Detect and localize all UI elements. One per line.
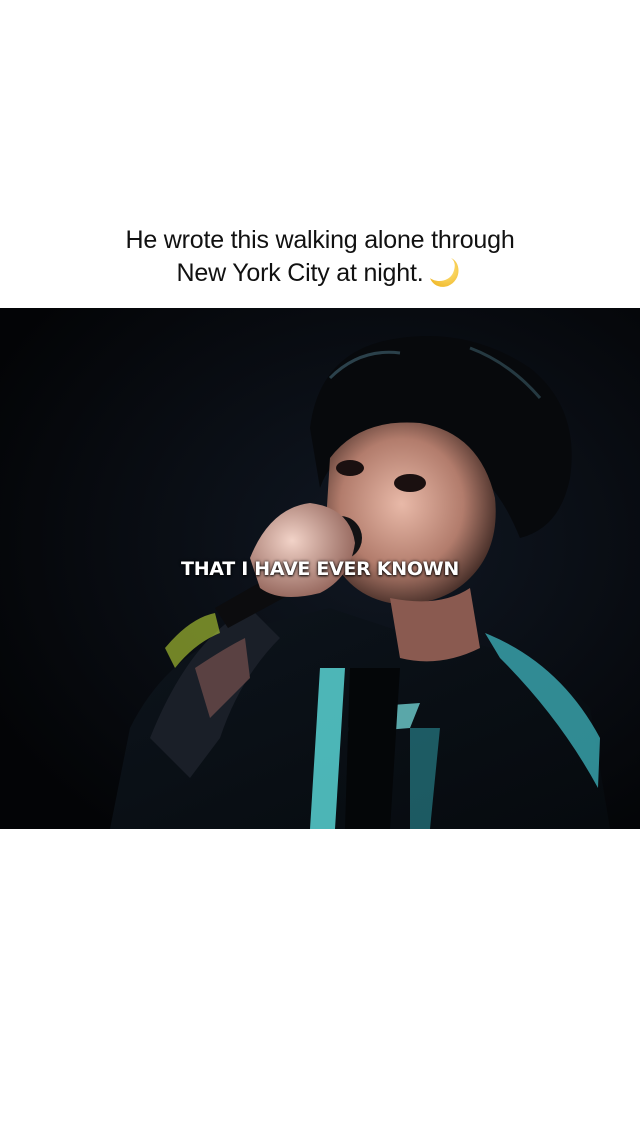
crescent-moon-icon	[429, 256, 463, 288]
caption-line-2-text: New York City at night.	[176, 259, 424, 287]
caption-line-2: New York City at night.	[0, 256, 640, 289]
caption-line-1: He wrote this walking alone through	[125, 226, 515, 254]
video-frame[interactable]: THAT I HAVE EVER KNOWN	[0, 308, 640, 829]
post-page: He wrote this walking alone through New …	[0, 0, 640, 1138]
lyric-subtitle: THAT I HAVE EVER KNOWN	[181, 558, 459, 580]
post-caption: He wrote this walking alone through New …	[0, 224, 640, 289]
